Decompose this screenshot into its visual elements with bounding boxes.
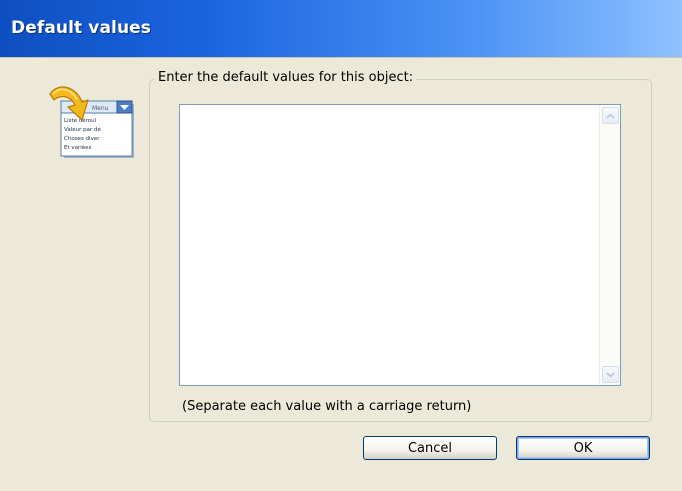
ok-button[interactable]: OK — [516, 436, 650, 460]
default-values-textarea[interactable] — [180, 105, 600, 385]
scroll-down-button[interactable] — [602, 366, 619, 383]
group-label: Enter the default values for this object… — [154, 70, 417, 85]
vertical-scrollbar[interactable] — [599, 105, 620, 385]
dropdown-list-icon: Menu Liste déroul Valeur par dé Choses d… — [44, 80, 134, 158]
title-bar[interactable]: Default values — [0, 0, 682, 57]
chevron-down-icon — [606, 371, 615, 378]
svg-text:Menu: Menu — [92, 105, 109, 112]
window-title: Default values — [11, 18, 152, 38]
default-values-textarea-frame — [179, 104, 621, 386]
dialog-window: Default values Menu Liste déroul Valeur … — [0, 0, 682, 491]
chevron-up-icon — [606, 112, 615, 119]
svg-text:Choses diver: Choses diver — [64, 136, 100, 142]
scroll-up-button[interactable] — [602, 107, 619, 124]
cancel-button[interactable]: Cancel — [363, 436, 497, 460]
separator-hint: (Separate each value with a carriage ret… — [182, 399, 472, 414]
svg-text:Valeur par dé: Valeur par dé — [64, 126, 101, 133]
svg-text:Et variées: Et variées — [64, 144, 92, 151]
dialog-body: Menu Liste déroul Valeur par dé Choses d… — [0, 57, 682, 491]
